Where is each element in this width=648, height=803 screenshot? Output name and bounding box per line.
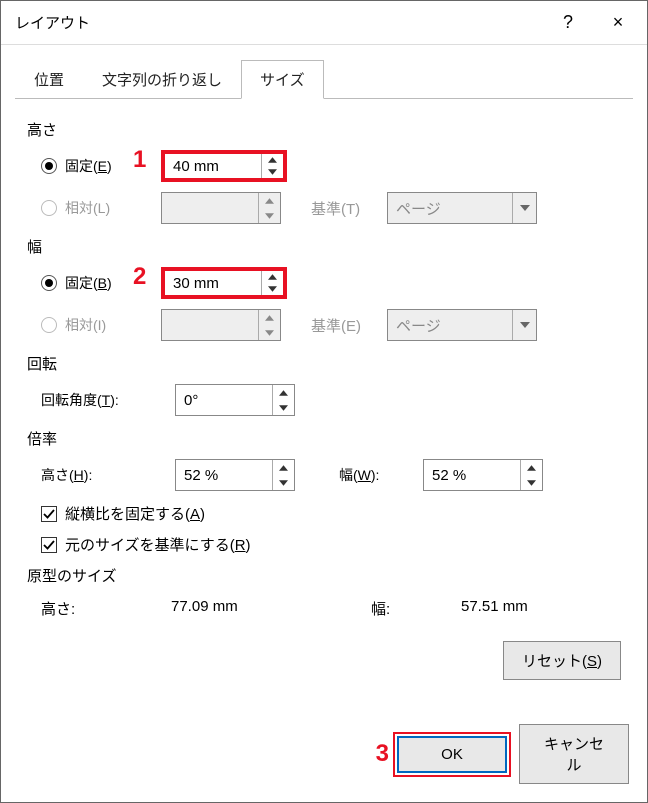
tab-position[interactable]: 位置 bbox=[15, 60, 83, 99]
chevron-down-icon bbox=[512, 193, 536, 223]
scale-height-input[interactable] bbox=[176, 460, 272, 490]
titlebar: レイアウト ? × bbox=[1, 1, 647, 45]
chevron-down-icon[interactable] bbox=[262, 283, 283, 295]
width-relative-input bbox=[162, 310, 258, 340]
scale-width-input[interactable] bbox=[424, 460, 520, 490]
callout-1: 1 bbox=[133, 146, 146, 174]
lock-aspect-checkbox[interactable]: 縦横比を固定する(A) bbox=[41, 503, 621, 524]
rotation-spinner[interactable] bbox=[175, 384, 295, 416]
chevron-up-icon[interactable] bbox=[273, 460, 294, 475]
radio-icon bbox=[41, 158, 57, 174]
width-base-select: ページ bbox=[387, 309, 537, 341]
width-relative-label: 相対(I) bbox=[65, 315, 106, 335]
height-fixed-input[interactable] bbox=[165, 154, 261, 178]
section-original-label: 原型のサイズ bbox=[27, 565, 621, 586]
original-height-label: 高さ: bbox=[41, 598, 171, 619]
reset-button[interactable]: リセット(S) bbox=[503, 641, 621, 680]
help-button[interactable]: ? bbox=[543, 1, 593, 44]
height-relative-input bbox=[162, 193, 258, 223]
close-button[interactable]: × bbox=[593, 1, 643, 44]
checkbox-icon bbox=[41, 537, 57, 553]
spinner-arrows[interactable] bbox=[261, 271, 283, 295]
width-relative-spinner bbox=[161, 309, 281, 341]
width-fixed-spinner[interactable] bbox=[161, 267, 287, 299]
chevron-up-icon[interactable] bbox=[273, 385, 294, 400]
chevron-down-icon[interactable] bbox=[521, 475, 542, 490]
height-relative-radio: 相対(L) bbox=[41, 198, 161, 218]
radio-icon bbox=[41, 200, 57, 216]
height-relative-label: 相対(L) bbox=[65, 198, 110, 218]
callout-3: 3 bbox=[376, 740, 389, 768]
original-width-label: 幅: bbox=[371, 598, 461, 619]
chevron-up-icon[interactable] bbox=[262, 271, 283, 283]
ok-button[interactable]: OK bbox=[397, 736, 507, 773]
tab-size[interactable]: サイズ bbox=[241, 60, 324, 99]
width-base-label: 基準(E) bbox=[311, 315, 387, 336]
section-rotation-label: 回転 bbox=[27, 353, 621, 374]
original-height-value: 77.09 mm bbox=[171, 598, 371, 619]
checkbox-icon bbox=[41, 506, 57, 522]
rotation-label: 回転角度(T): bbox=[41, 390, 175, 410]
dialog-footer: 3 OK キャンセル bbox=[1, 710, 647, 802]
chevron-up-icon[interactable] bbox=[521, 460, 542, 475]
height-fixed-label: 固定(E) bbox=[65, 156, 112, 176]
radio-icon bbox=[41, 317, 57, 333]
scale-width-spinner[interactable] bbox=[423, 459, 543, 491]
radio-icon bbox=[41, 275, 57, 291]
chevron-down-icon[interactable] bbox=[273, 475, 294, 490]
tab-text-wrap[interactable]: 文字列の折り返し bbox=[83, 60, 241, 99]
original-width-value: 57.51 mm bbox=[461, 598, 528, 619]
dialog-title: レイアウト bbox=[15, 12, 543, 33]
section-scale-label: 倍率 bbox=[27, 428, 621, 449]
width-fixed-input[interactable] bbox=[165, 271, 261, 295]
height-fixed-spinner[interactable] bbox=[161, 150, 287, 182]
callout-2: 2 bbox=[133, 263, 146, 291]
scale-height-label: 高さ(H): bbox=[41, 465, 175, 485]
cancel-button[interactable]: キャンセル bbox=[519, 724, 629, 784]
chevron-up-icon[interactable] bbox=[262, 154, 283, 166]
chevron-down-icon[interactable] bbox=[273, 400, 294, 415]
height-relative-spinner bbox=[161, 192, 281, 224]
scale-width-label: 幅(W): bbox=[339, 465, 423, 485]
chevron-down-icon[interactable] bbox=[262, 166, 283, 178]
section-width-label: 幅 bbox=[27, 236, 621, 257]
height-base-label: 基準(T) bbox=[311, 198, 387, 219]
scale-height-spinner[interactable] bbox=[175, 459, 295, 491]
chevron-down-icon bbox=[512, 310, 536, 340]
rotation-input[interactable] bbox=[176, 385, 272, 415]
section-height-label: 高さ bbox=[27, 119, 621, 140]
tab-strip: 位置 文字列の折り返し サイズ bbox=[15, 59, 633, 99]
height-base-select: ページ bbox=[387, 192, 537, 224]
spinner-arrows[interactable] bbox=[261, 154, 283, 178]
width-relative-radio: 相対(I) bbox=[41, 315, 161, 335]
width-fixed-label: 固定(B) bbox=[65, 273, 112, 293]
relative-original-checkbox[interactable]: 元のサイズを基準にする(R) bbox=[41, 534, 621, 555]
tab-panel-size: 高さ 固定(E) 1 相対(L) 基準(T) ページ bbox=[1, 99, 647, 710]
